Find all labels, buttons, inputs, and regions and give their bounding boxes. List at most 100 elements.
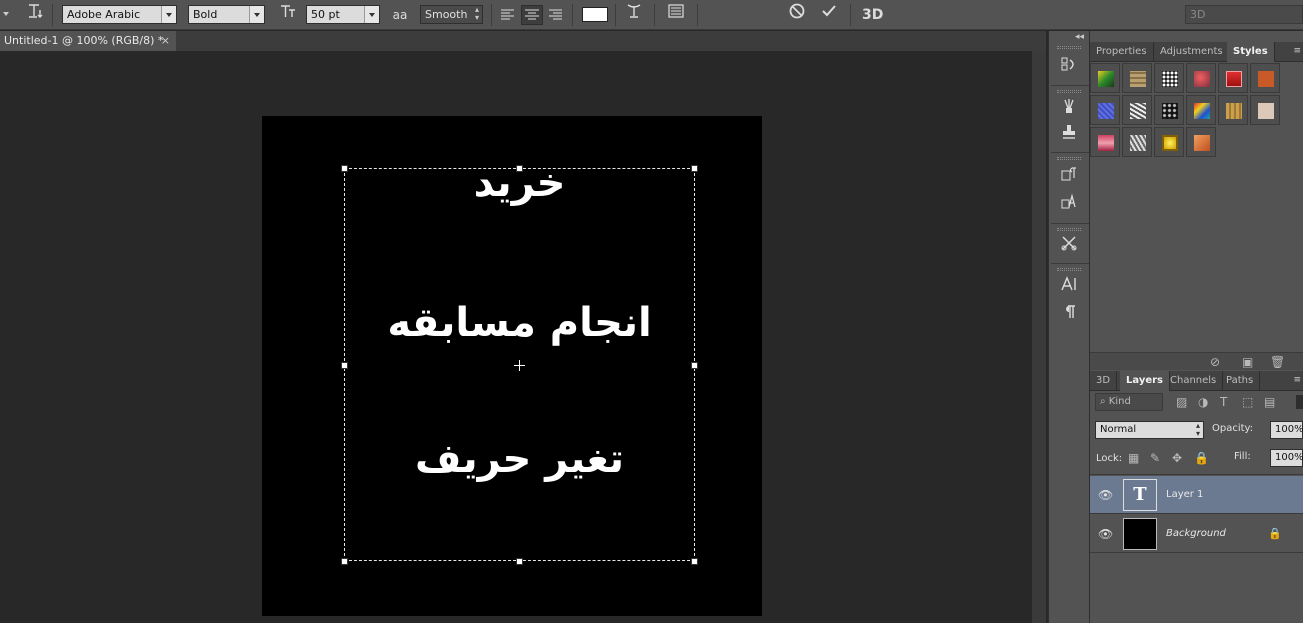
lock-position-icon[interactable]: ✥ (1172, 451, 1182, 465)
history-icon[interactable] (1057, 55, 1081, 79)
style-swatch[interactable] (1090, 63, 1120, 93)
transform-handle-ml[interactable] (341, 362, 348, 369)
tool-preset-arrow[interactable] (3, 12, 9, 16)
antialias-select[interactable]: Smooth ▴ ▾ (420, 5, 483, 24)
font-size-icon (276, 0, 300, 30)
style-swatch[interactable] (1154, 127, 1184, 157)
filter-toggle[interactable] (1296, 395, 1303, 409)
tab-3d[interactable]: 3D (1090, 371, 1118, 391)
style-swatch[interactable] (1090, 127, 1120, 157)
eye-icon[interactable]: 👁 (1098, 476, 1113, 514)
collapse-arrows-icon[interactable]: ◂◂ (1075, 32, 1084, 42)
brush-icon[interactable] (1057, 97, 1081, 121)
font-style-value: Bold (193, 8, 218, 21)
options-bar: Adobe Arabic Bold 50 pt aa Smooth ▴ ▾ 3D 3… (0, 0, 1303, 30)
layer-name[interactable]: Layer 1 (1166, 476, 1203, 514)
style-swatch[interactable] (1186, 95, 1216, 125)
panel-menu-icon[interactable]: ≡ (1293, 375, 1301, 385)
cancel-icon[interactable] (786, 0, 808, 30)
transform-handle-bl[interactable] (341, 558, 348, 565)
paragraph-panel-icon[interactable] (1057, 303, 1081, 327)
clear-style-icon[interactable]: ⊘ (1210, 355, 1220, 369)
chevron-down-icon (161, 6, 176, 23)
eye-icon[interactable]: 👁 (1098, 515, 1113, 553)
lock-image-icon[interactable]: ✎ (1150, 451, 1160, 465)
transform-handle-tl[interactable] (341, 165, 348, 172)
new-style-icon[interactable]: ▣ (1242, 355, 1253, 369)
checkmark-icon[interactable] (818, 0, 840, 30)
style-swatch[interactable] (1218, 63, 1248, 93)
workspace-select[interactable]: 3D (1185, 5, 1303, 24)
style-swatch[interactable] (1090, 95, 1120, 125)
style-swatch[interactable] (1154, 95, 1184, 125)
layer-thumbnail (1123, 518, 1157, 550)
style-swatch[interactable] (1250, 95, 1280, 125)
text-line-2: انجام مسابقه (387, 300, 652, 346)
layers-panel-tabs: 3D Layers Channels Paths ≡ (1090, 371, 1303, 391)
fill-label: Fill: (1234, 451, 1251, 462)
style-swatch[interactable] (1122, 63, 1152, 93)
filter-shape-icon[interactable]: ⬚ (1242, 395, 1253, 409)
character-panel-icon[interactable] (663, 0, 689, 30)
blend-mode-select[interactable]: Normal ▴ ▾ (1095, 421, 1204, 439)
layer-row-background[interactable]: 👁 Background 🔒 (1090, 515, 1303, 553)
tab-styles[interactable]: Styles (1227, 42, 1275, 62)
tool-presets-icon[interactable] (1057, 234, 1081, 258)
text-line-3: تغير حريف (414, 436, 625, 482)
font-size-select[interactable]: 50 pt (306, 5, 380, 24)
filter-pixel-icon[interactable]: ▨ (1176, 395, 1187, 409)
layer-filter-select[interactable]: ⌕ Kind (1095, 393, 1163, 411)
style-swatch[interactable] (1154, 63, 1184, 93)
tab-properties[interactable]: Properties (1090, 42, 1154, 62)
tab-adjustments[interactable]: Adjustments (1154, 42, 1230, 62)
trash-icon[interactable]: 🗑 (1270, 355, 1285, 369)
transform-handle-bc[interactable] (516, 558, 523, 565)
lock-transparent-icon[interactable]: ▦ (1128, 451, 1139, 465)
3d-button[interactable]: 3D (862, 0, 883, 30)
text-color-swatch[interactable] (582, 7, 608, 22)
align-right-button[interactable] (546, 6, 566, 24)
style-swatch[interactable] (1122, 127, 1152, 157)
filter-adjustment-icon[interactable]: ◑ (1198, 395, 1208, 409)
layer-name[interactable]: Background (1166, 515, 1226, 553)
style-swatch[interactable] (1218, 95, 1248, 125)
stepper-icon: ▴ ▾ (474, 5, 479, 22)
transform-handle-mr[interactable] (691, 362, 698, 369)
vertical-scrollbar[interactable] (1032, 51, 1046, 623)
document-tab-bar: Untitled-1 @ 100% (RGB/8) * × (0, 31, 1046, 51)
font-style-select[interactable]: Bold (188, 5, 265, 24)
warp-text-icon[interactable] (622, 0, 646, 30)
style-swatch[interactable] (1186, 63, 1216, 93)
transform-handle-br[interactable] (691, 558, 698, 565)
close-icon[interactable]: × (161, 31, 170, 51)
opacity-field[interactable]: 100% (1270, 421, 1303, 439)
filter-smart-object-icon[interactable]: ▤ (1264, 395, 1275, 409)
tab-paths[interactable]: Paths (1220, 371, 1261, 391)
transform-handle-tc[interactable] (516, 165, 523, 172)
paragraph-styles-icon[interactable] (1057, 165, 1081, 189)
align-left-button[interactable] (498, 6, 518, 24)
character-styles-icon[interactable] (1057, 193, 1081, 217)
panel-menu-icon[interactable]: ≡ (1293, 46, 1301, 56)
text-layer-thumbnail: T (1123, 479, 1157, 511)
font-family-select[interactable]: Adobe Arabic (62, 5, 177, 24)
clone-source-icon[interactable] (1057, 123, 1081, 147)
tab-layers[interactable]: Layers (1120, 371, 1170, 391)
fill-value: 100% (1275, 452, 1303, 463)
filter-type-icon[interactable]: T (1220, 395, 1227, 409)
style-swatch[interactable] (1186, 127, 1216, 157)
opacity-label: Opacity: (1212, 423, 1254, 434)
style-swatch[interactable] (1250, 63, 1280, 93)
transform-handle-tr[interactable] (691, 165, 698, 172)
lock-all-icon[interactable]: 🔒 (1194, 451, 1209, 465)
tab-channels[interactable]: Channels (1164, 371, 1224, 391)
character-panel-icon[interactable] (1057, 275, 1081, 299)
opacity-value: 100% (1275, 424, 1303, 435)
align-center-button[interactable] (521, 5, 543, 25)
document-tab[interactable]: Untitled-1 @ 100% (RGB/8) * × (0, 31, 176, 51)
layer-row-layer-1[interactable]: 👁 T Layer 1 (1090, 476, 1303, 514)
style-swatch[interactable] (1122, 95, 1152, 125)
fill-field[interactable]: 100% (1270, 449, 1303, 467)
pivot-point-icon[interactable] (514, 360, 525, 371)
type-tool-icon[interactable] (22, 0, 48, 30)
